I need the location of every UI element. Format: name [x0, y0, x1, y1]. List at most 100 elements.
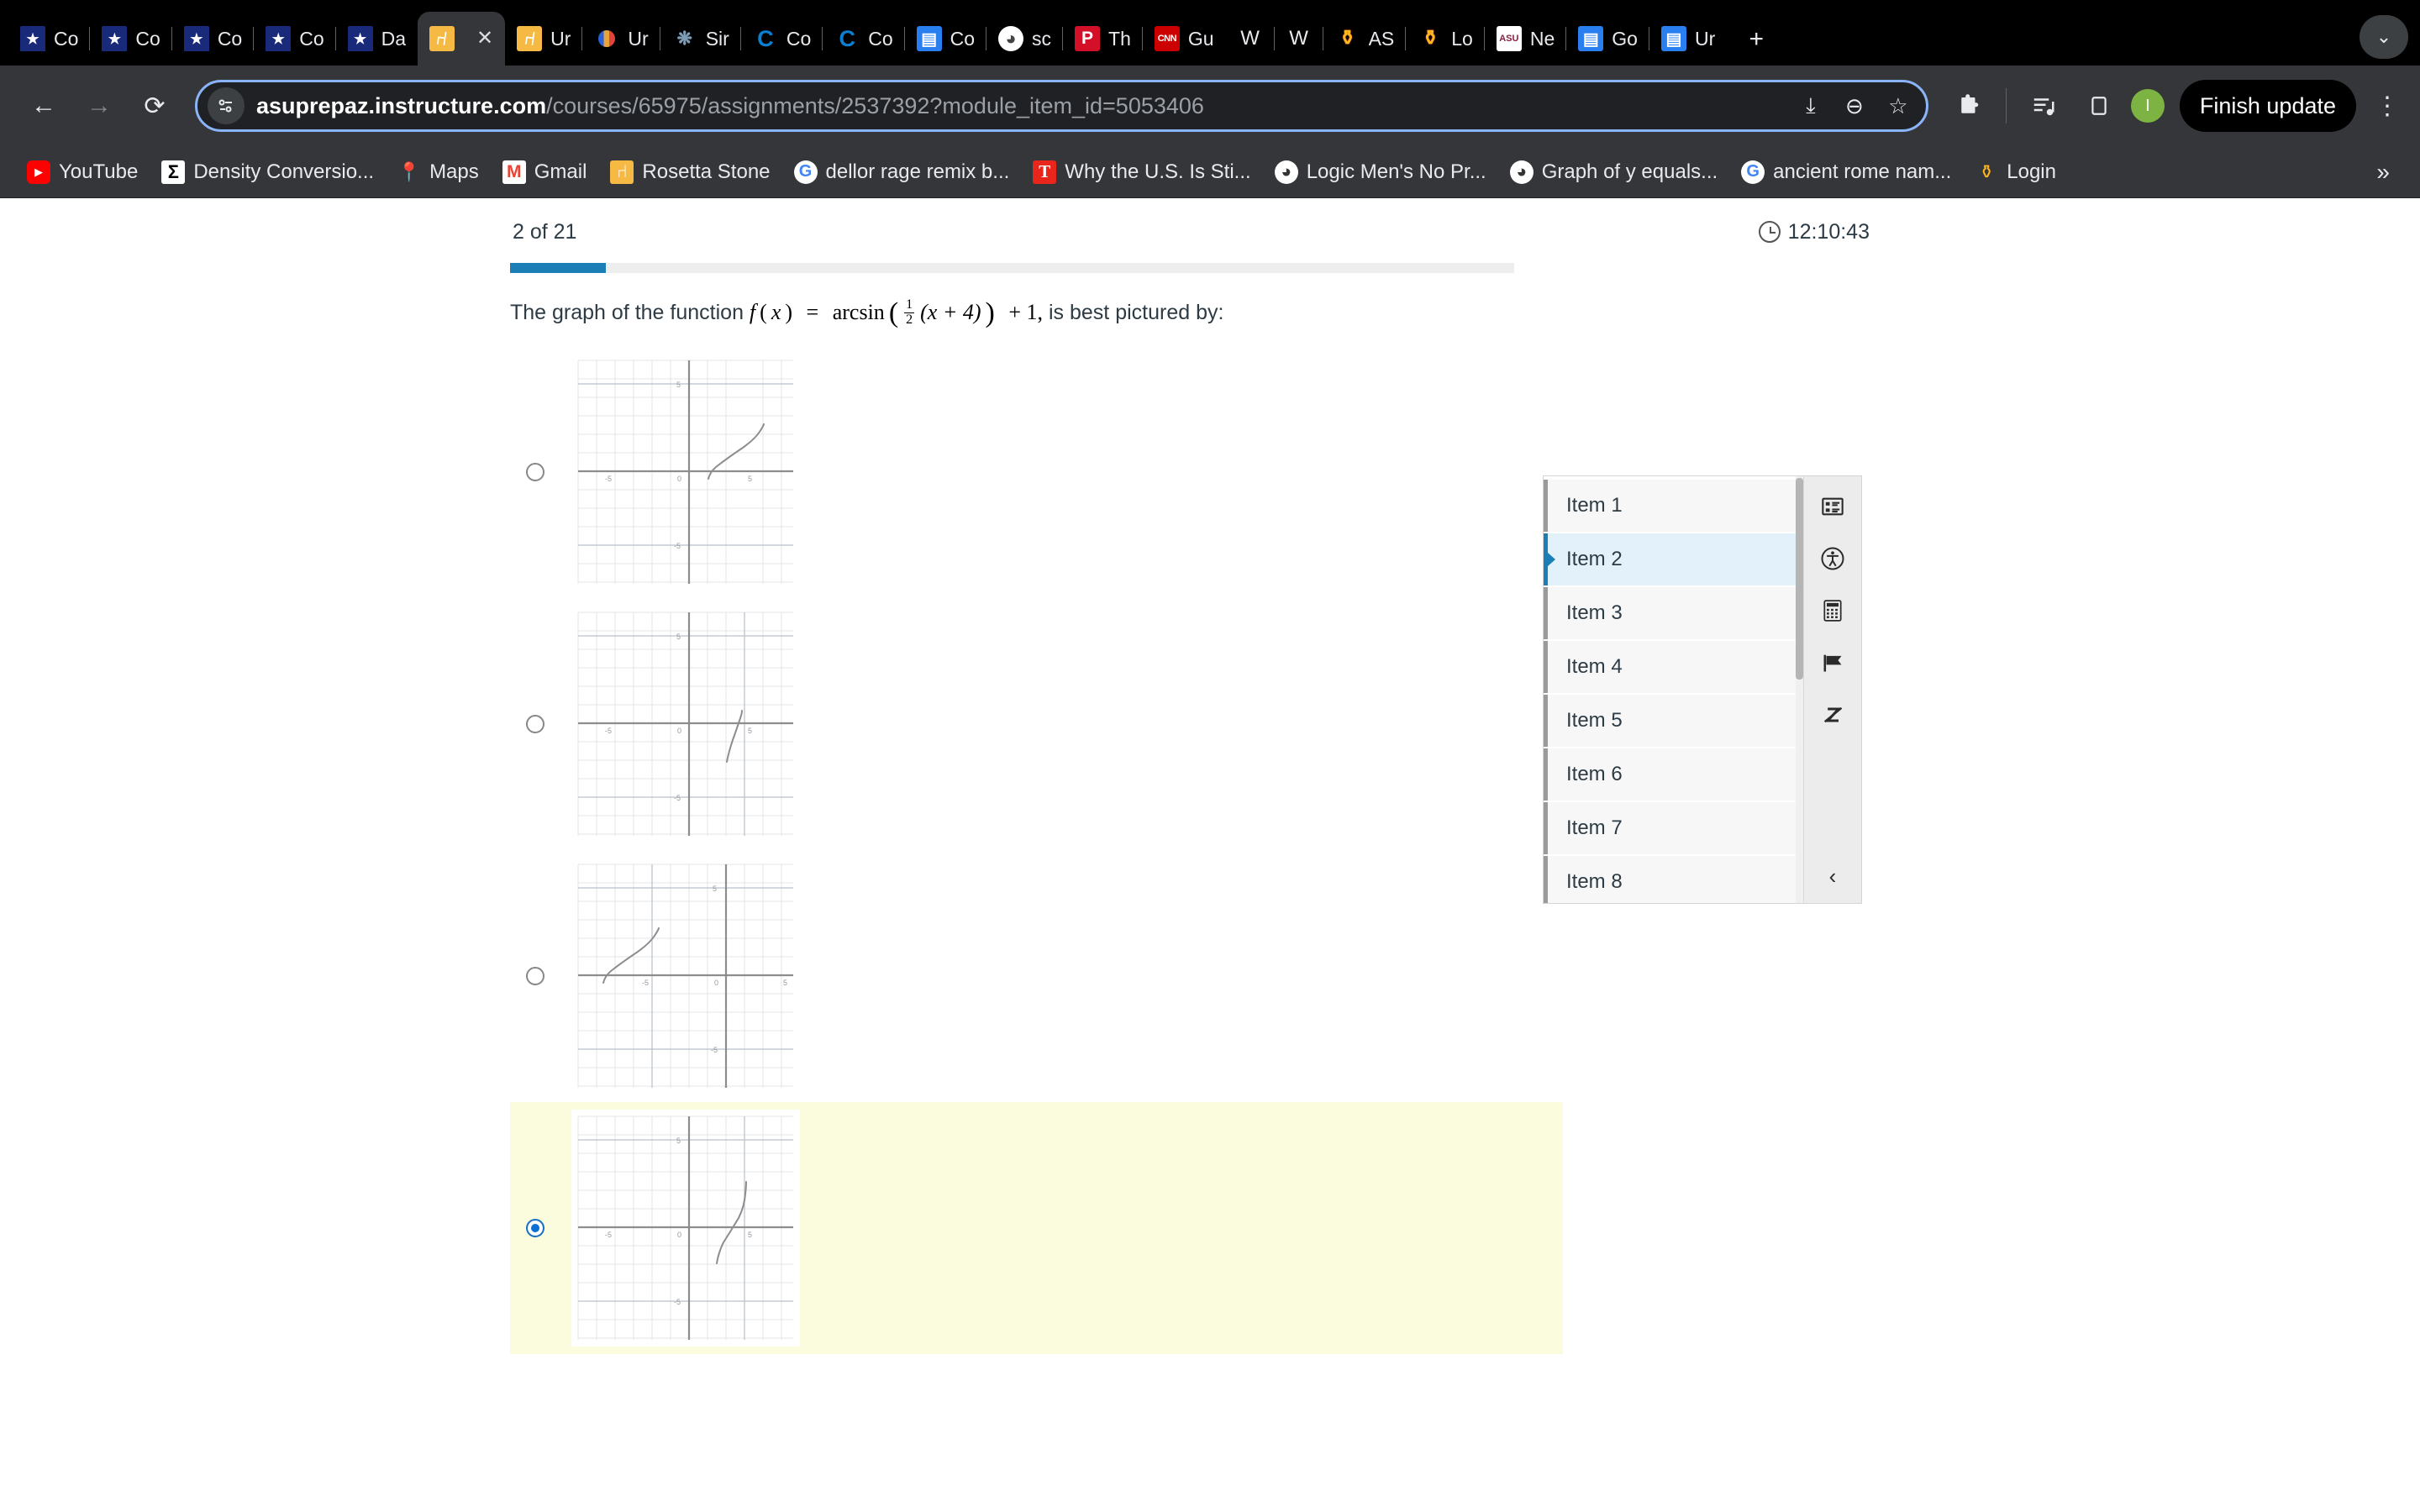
bookmarks-overflow-icon[interactable]: » [2363, 159, 2403, 186]
bookmark-item[interactable]: Gmail [492, 155, 597, 189]
item-label: Item 4 [1566, 655, 1623, 678]
site-info-icon[interactable] [208, 87, 245, 124]
browser-tab[interactable]: Co [823, 12, 905, 66]
bookmark-item[interactable]: ancient rome nam... [1731, 155, 1961, 189]
browser-menu-icon[interactable]: ⋮ [2375, 93, 2400, 118]
browser-tab[interactable] [1275, 12, 1323, 66]
bookmark-star-icon[interactable]: ☆ [1884, 93, 1912, 119]
url-text[interactable]: asuprepaz.instructure.com/courses/65975/… [256, 93, 1785, 119]
browser-tab[interactable]: Lo [1406, 12, 1485, 66]
bookmark-item[interactable]: Graph of y equals... [1500, 155, 1728, 189]
browser-tab-active[interactable]: ✕ [418, 12, 506, 66]
item-list-icon[interactable] [1816, 490, 1849, 523]
browser-tab[interactable]: Co [8, 12, 91, 66]
bookmark-item[interactable]: Why the U.S. Is Sti... [1023, 155, 1260, 189]
browser-tab[interactable]: Da [336, 12, 418, 66]
back-button[interactable]: ← [20, 82, 67, 129]
tab-close-icon[interactable]: ✕ [476, 29, 493, 49]
extensions-icon[interactable] [1945, 82, 1992, 129]
bookmark-item[interactable]: Density Conversio... [151, 155, 384, 189]
address-bar[interactable]: asuprepaz.instructure.com/courses/65975/… [195, 80, 1928, 132]
item-row-active[interactable]: Item 2 [1544, 533, 1803, 585]
browser-tab[interactable]: Th [1063, 12, 1143, 66]
answer-option-d[interactable]: -5 0 5 5 -5 [510, 1101, 1563, 1354]
browser-tab[interactable]: Ur [505, 12, 583, 66]
item-row[interactable]: Item 8 [1544, 856, 1803, 903]
zoom-out-icon[interactable]: ⊖ [1840, 93, 1869, 119]
item-row[interactable]: Item 5 [1544, 695, 1803, 747]
browser-tab[interactable]: Sir [660, 12, 741, 66]
strikethrough-icon[interactable] [1816, 698, 1849, 732]
browser-tab[interactable]: AS [1323, 12, 1407, 66]
profile-avatar[interactable]: I [2130, 89, 2165, 123]
bookmark-item[interactable]: YouTube [17, 155, 148, 189]
new-tab-button[interactable]: + [1737, 20, 1776, 59]
canvas-star-icon [20, 26, 45, 51]
item-row[interactable]: Item 4 [1544, 641, 1803, 693]
browser-tab[interactable] [1226, 12, 1275, 66]
bookmark-item[interactable]: Rosetta Stone [600, 155, 780, 189]
reading-list-icon[interactable] [2020, 82, 2067, 129]
svg-text:0: 0 [677, 1231, 681, 1239]
finish-update-button[interactable]: Finish update [2179, 80, 2356, 132]
flag-icon[interactable] [1816, 646, 1849, 680]
formula-fn-var: x [771, 300, 781, 325]
url-path: /courses/65975/assignments/2537392?modul… [546, 92, 1204, 118]
browser-tab[interactable]: Gu [1143, 12, 1226, 66]
browser-tab[interactable]: Go [1566, 12, 1649, 66]
rosetta-stone-icon [429, 26, 455, 51]
browser-tab[interactable]: Co [254, 12, 336, 66]
browser-tab[interactable]: sc [986, 12, 1064, 66]
schoology-icon [1509, 160, 1534, 184]
formula-arcsin: arcsin [832, 300, 885, 325]
browser-tab[interactable]: Ur [1649, 12, 1727, 66]
bookmark-item[interactable]: Login [1965, 155, 2066, 189]
youtube-icon [27, 160, 50, 184]
calculator-icon[interactable] [1816, 594, 1849, 627]
blank-icon [1238, 26, 1263, 51]
svg-text:5: 5 [748, 1231, 752, 1239]
bookmark-item[interactable]: Maps [387, 155, 489, 189]
side-panel-icon[interactable] [2075, 82, 2123, 129]
item-row[interactable]: Item 6 [1544, 748, 1803, 801]
tab-search-icon[interactable]: ⌄ [2360, 15, 2408, 59]
scrollbar-thumb[interactable] [1796, 478, 1803, 680]
svg-text:5: 5 [748, 727, 752, 735]
radio-option-c[interactable] [526, 966, 544, 985]
tab-title: Ne [1529, 29, 1555, 49]
progress-bar [510, 263, 1514, 273]
item-label: Item 6 [1566, 763, 1623, 785]
forward-button[interactable]: → [76, 82, 123, 129]
item-row[interactable]: Item 1 [1544, 480, 1803, 532]
reload-button[interactable]: ⟳ [131, 82, 178, 129]
tab-title: Lo [1451, 29, 1473, 49]
browser-tab[interactable]: Co [90, 12, 172, 66]
item-list-scrollbar[interactable] [1796, 476, 1803, 903]
radio-option-d[interactable] [526, 1218, 544, 1237]
svg-text:-5: -5 [674, 542, 681, 550]
svg-text:0: 0 [677, 475, 681, 483]
formula-fn-name: f [749, 300, 756, 325]
accessibility-icon[interactable] [1816, 542, 1849, 575]
item-row[interactable]: Item 3 [1544, 587, 1803, 639]
question-counter: 2 of 21 [513, 219, 577, 244]
bookmark-item[interactable]: dellor rage remix b... [784, 155, 1020, 189]
radio-option-b[interactable] [526, 714, 544, 733]
svg-text:-5: -5 [605, 1231, 612, 1239]
item-row[interactable]: Item 7 [1544, 802, 1803, 854]
asu-pitchfork-icon [1975, 160, 1998, 184]
browser-tab[interactable]: Co [741, 12, 823, 66]
radio-option-a[interactable] [526, 462, 544, 481]
bookmark-item[interactable]: Logic Men's No Pr... [1265, 155, 1497, 189]
question-prefix: The graph of the function [510, 300, 744, 324]
svg-text:0: 0 [714, 979, 718, 987]
tab-title: Sir [705, 29, 729, 49]
install-app-icon[interactable]: ⤓ [1797, 92, 1825, 119]
graph-option-d: -5 0 5 5 -5 [571, 1109, 800, 1347]
collapse-panel-icon[interactable]: ‹ [1829, 864, 1837, 890]
browser-tab[interactable]: Ur [582, 12, 660, 66]
browser-tab[interactable]: Co [172, 12, 255, 66]
browser-tab[interactable]: Co [905, 12, 987, 66]
browser-tab[interactable]: Ne [1485, 12, 1567, 66]
bookmark-label: Logic Men's No Pr... [1306, 160, 1486, 183]
